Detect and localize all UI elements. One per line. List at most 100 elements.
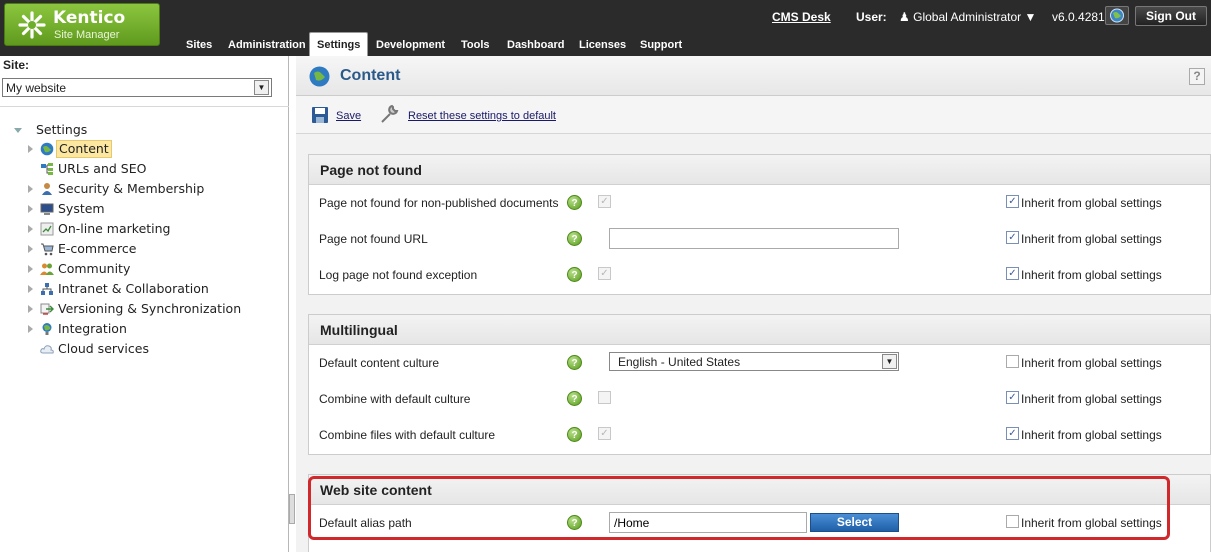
highlight-box xyxy=(308,476,1170,540)
sitemap-icon xyxy=(41,163,53,175)
network-icon xyxy=(41,283,53,295)
inherit-label: Inherit from global settings xyxy=(1021,268,1162,282)
wrench-icon xyxy=(381,104,399,123)
site-select[interactable]: My website ▼ xyxy=(2,78,272,97)
inherit-checkbox[interactable]: ✓ xyxy=(1006,231,1019,244)
user-name: Global Administrator xyxy=(913,10,1022,24)
user-icon: ♟ xyxy=(899,10,910,24)
globe-icon xyxy=(309,66,330,87)
user-label: User: xyxy=(856,10,887,24)
sidebar-item-label: Community xyxy=(58,261,131,276)
inherit-checkbox[interactable]: ✓ xyxy=(1006,267,1019,280)
setting-label: Log page not found exception xyxy=(319,268,478,282)
expand-icon xyxy=(28,225,33,233)
integration-icon xyxy=(42,323,52,335)
sidebar-item-label: On-line marketing xyxy=(58,221,171,236)
group-icon xyxy=(40,263,54,275)
sidebar-item-label: Content xyxy=(56,140,112,158)
version-label: v6.0.4281 xyxy=(1052,10,1105,24)
user-menu[interactable]: ♟ Global Administrator ▼ xyxy=(899,10,1036,24)
sidebar-item-label: Integration xyxy=(58,321,127,336)
setting-row: Combine files with default culture ? ✓ ✓… xyxy=(309,417,1211,453)
cms-desk-link[interactable]: CMS Desk xyxy=(772,10,831,24)
section-page-not-found: Page not found Page not found for non-pu… xyxy=(308,154,1211,295)
reset-label: Reset these settings to default xyxy=(408,110,556,122)
help-icon[interactable]: ? xyxy=(567,267,582,282)
sidebar-item-label: Versioning & Synchronization xyxy=(58,301,242,316)
globe-icon xyxy=(40,142,54,156)
expand-icon xyxy=(28,265,33,273)
expand-down-icon xyxy=(14,128,22,133)
inherit-label: Inherit from global settings xyxy=(1021,392,1162,406)
setting-row: Page not found URL ? ✓ Inherit from glob… xyxy=(309,221,1211,257)
site-select-value: My website xyxy=(6,81,67,95)
users-icon xyxy=(42,183,52,195)
page-title: Content xyxy=(340,67,401,84)
tab-sites[interactable]: Sites xyxy=(186,34,212,56)
inherit-checkbox[interactable]: ✓ xyxy=(1006,427,1019,440)
save-button[interactable]: Save xyxy=(311,106,371,126)
help-icon[interactable]: ? xyxy=(567,195,582,210)
tree-root-label: Settings xyxy=(36,122,88,137)
dropdown-arrow-icon: ▼ xyxy=(254,80,269,95)
globe-icon xyxy=(1110,8,1124,23)
chevron-down-icon: ▼ xyxy=(1024,10,1037,24)
tab-dashboard[interactable]: Dashboard xyxy=(507,34,564,56)
inherit-checkbox[interactable]: ✓ xyxy=(1006,195,1019,208)
help-icon[interactable]: ? xyxy=(567,427,582,442)
reset-settings-button[interactable]: Reset these settings to default xyxy=(378,104,578,126)
save-label: Save xyxy=(336,110,362,122)
setting-checkbox[interactable]: ✓ xyxy=(598,427,611,440)
cloud-icon xyxy=(40,345,54,354)
tab-tools[interactable]: Tools xyxy=(461,34,490,56)
site-label: Site: xyxy=(3,58,30,72)
sidebar-item-label: E-commerce xyxy=(58,241,137,256)
tab-development[interactable]: Development xyxy=(376,34,445,56)
top-nav-tabs: Sites Administration Settings Developmen… xyxy=(0,32,1211,56)
expand-icon xyxy=(28,185,33,193)
expand-icon xyxy=(28,145,33,153)
setting-checkbox[interactable] xyxy=(598,391,611,404)
expand-icon xyxy=(28,325,33,333)
setting-label: Combine files with default culture xyxy=(319,428,496,442)
sidebar-item-label: Security & Membership xyxy=(58,181,205,196)
help-button[interactable]: ? xyxy=(1189,68,1205,85)
tab-settings[interactable]: Settings xyxy=(309,32,369,56)
content-culture-select[interactable]: English - United States ▼ xyxy=(609,352,899,371)
setting-checkbox[interactable]: ✓ xyxy=(598,267,611,280)
setting-label: Combine with default culture xyxy=(319,392,471,406)
divider xyxy=(0,106,289,107)
dropdown-arrow-icon: ▼ xyxy=(882,354,897,369)
inherit-label: Inherit from global settings xyxy=(1021,428,1162,442)
sign-out-button[interactable]: Sign Out xyxy=(1135,6,1207,26)
inherit-checkbox[interactable] xyxy=(1006,355,1019,368)
inherit-label: Inherit from global settings xyxy=(1021,196,1162,210)
inherit-checkbox[interactable]: ✓ xyxy=(1006,391,1019,404)
sync-icon xyxy=(40,303,54,315)
expand-icon xyxy=(28,245,33,253)
setting-row: Log page not found exception ? ✓ ✓ Inher… xyxy=(309,257,1211,293)
select-value: English - United States xyxy=(618,355,741,369)
tab-licenses[interactable]: Licenses xyxy=(579,34,626,56)
sidebar-item-label: Cloud services xyxy=(58,341,149,356)
setting-label: Default content culture xyxy=(319,356,440,370)
save-icon xyxy=(312,107,328,123)
sidebar-item-label: URLs and SEO xyxy=(58,161,147,176)
computer-icon xyxy=(40,203,54,215)
setting-checkbox[interactable]: ✓ xyxy=(598,195,611,208)
inherit-label: Inherit from global settings xyxy=(1021,232,1162,246)
tab-administration[interactable]: Administration xyxy=(228,34,306,56)
tab-support[interactable]: Support xyxy=(640,34,682,56)
setting-row: Page not found for non-published documen… xyxy=(309,185,1211,221)
setting-row: Combine with default culture ? ✓ Inherit… xyxy=(309,381,1211,417)
sidebar-collapse-handle[interactable] xyxy=(289,494,295,524)
help-icon[interactable]: ? xyxy=(567,391,582,406)
page-not-found-url-input[interactable] xyxy=(609,228,899,249)
section-multilingual: Multilingual Default content culture ? E… xyxy=(308,314,1211,455)
chart-icon xyxy=(40,222,54,236)
help-icon[interactable]: ? xyxy=(567,355,582,370)
sidebar-item-label: System xyxy=(58,201,105,216)
setting-label: Page not found for non-published documen… xyxy=(319,196,559,210)
globe-button[interactable] xyxy=(1105,6,1129,25)
help-icon[interactable]: ? xyxy=(567,231,582,246)
